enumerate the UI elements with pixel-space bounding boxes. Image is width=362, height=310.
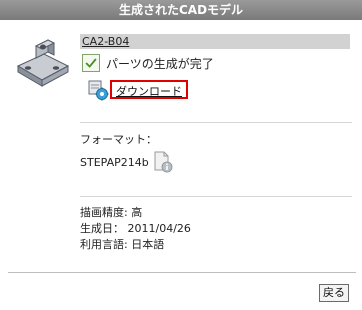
part-name-link[interactable]: CA2-B04	[80, 34, 350, 49]
precision-text: 描画精度: 高	[80, 206, 143, 219]
language-text: 利用言語: 日本語	[80, 238, 165, 251]
divider	[80, 122, 352, 123]
window-title: 生成されたCADモデル	[0, 0, 362, 20]
download-cad-icon[interactable]	[88, 79, 110, 101]
status-text: パーツの生成が完了	[106, 56, 214, 71]
format-row: STEPAP214b	[80, 150, 173, 174]
generation-status: パーツの生成が完了	[82, 53, 214, 73]
divider	[80, 196, 352, 197]
format-value: STEPAP214b	[80, 155, 149, 169]
created-date-text: 生成日： 2011/04/26	[80, 222, 191, 235]
format-label: フォーマット：	[80, 133, 157, 146]
bracket-3d-model-icon	[16, 39, 70, 87]
document-info-icon[interactable]	[153, 151, 173, 173]
back-button[interactable]: 戻る	[319, 284, 349, 302]
check-icon	[82, 54, 100, 72]
download-link[interactable]: ダウンロード	[110, 80, 188, 99]
footer-divider	[8, 272, 356, 273]
